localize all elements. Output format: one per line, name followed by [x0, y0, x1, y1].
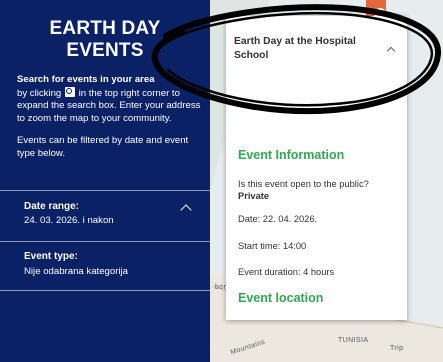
annotation-ellipse [151, 4, 441, 115]
